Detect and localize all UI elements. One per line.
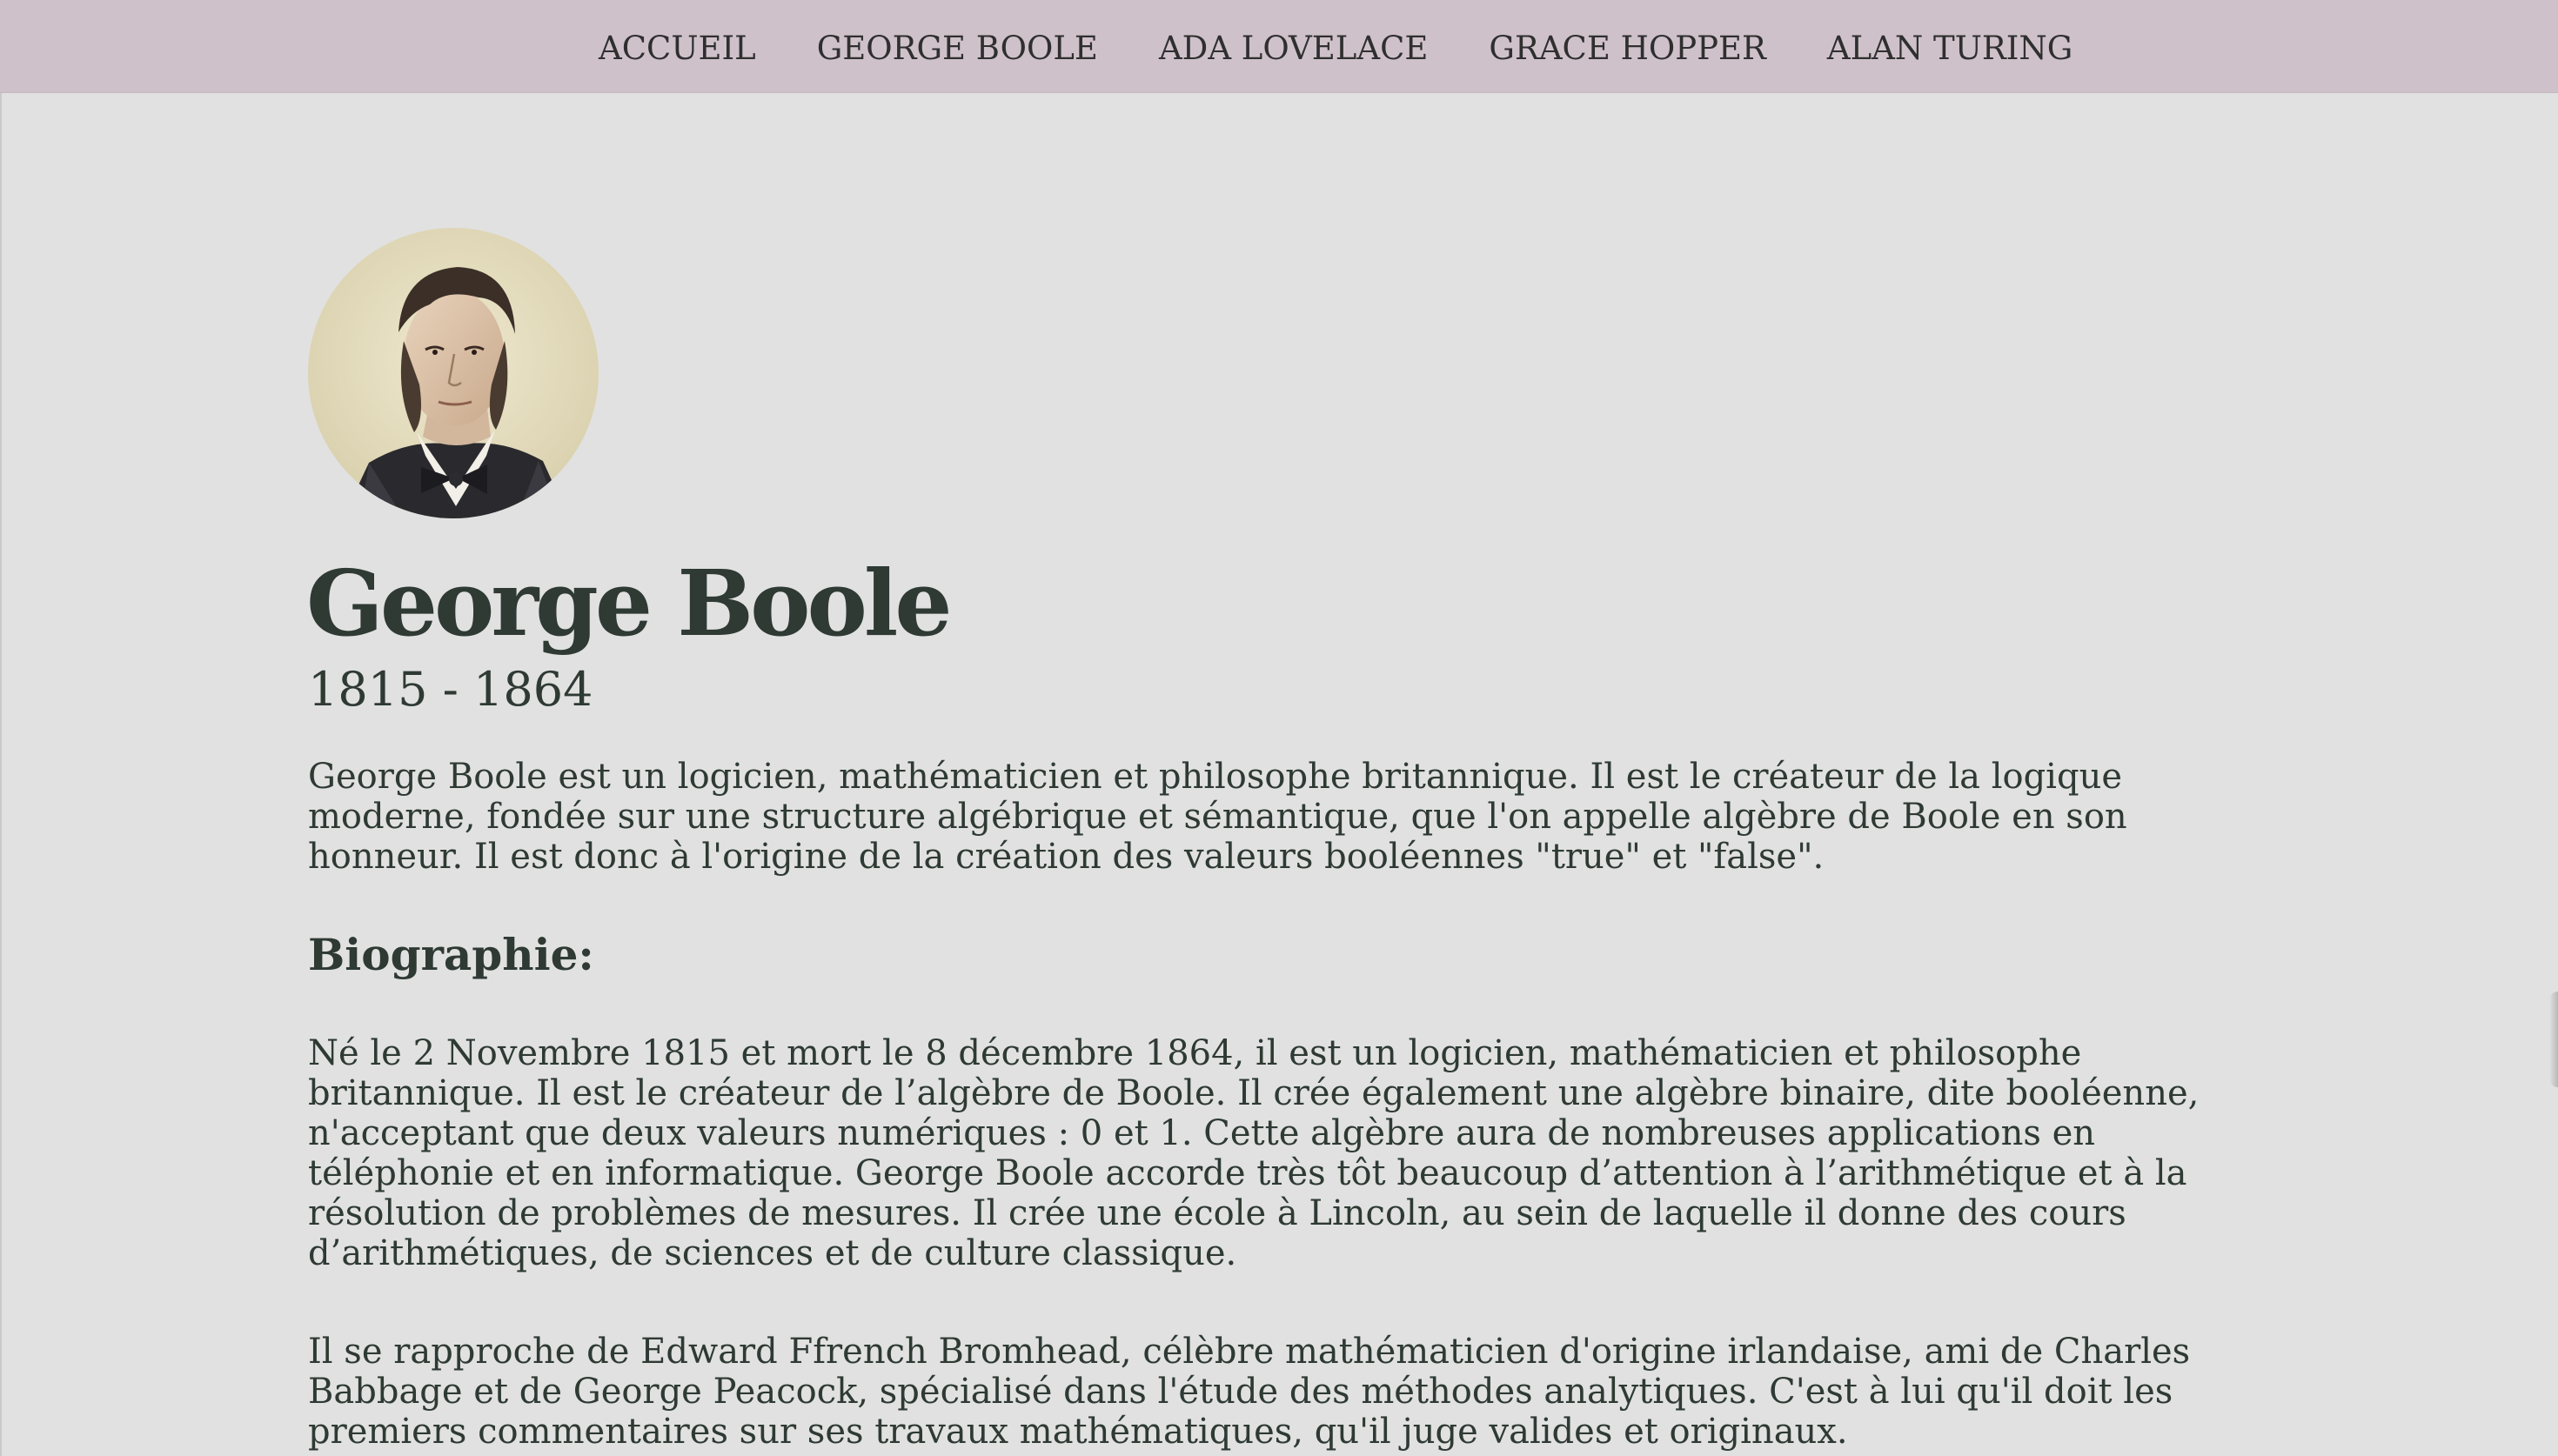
nav-item-alan-turing: ALAN TURING bbox=[1827, 28, 2073, 70]
nav-item-grace-hopper: GRACE HOPPER bbox=[1489, 28, 1765, 70]
biography-paragraph-1: Né le 2 Novembre 1815 et mort le 8 décem… bbox=[308, 1033, 2200, 1273]
nav-item-george-boole: GEORGE BOOLE bbox=[817, 28, 1098, 70]
nav-item-ada-lovelace: ADA LOVELACE bbox=[1159, 28, 1428, 70]
person-name-heading: George Boole bbox=[306, 550, 953, 657]
nav-link-alan-turing[interactable]: ALAN TURING bbox=[1827, 30, 2073, 67]
nav-link-george-boole[interactable]: GEORGE BOOLE bbox=[817, 30, 1098, 67]
nav-menu: ACCUEIL GEORGE BOOLE ADA LOVELACE GRACE … bbox=[599, 28, 2073, 70]
biography-paragraph-2: Il se rapproche de Edward Ffrench Bromhe… bbox=[308, 1332, 2191, 1452]
portrait-image bbox=[308, 228, 599, 518]
page-left-border bbox=[0, 0, 2, 1456]
life-dates: 1815 - 1864 bbox=[308, 662, 593, 717]
intro-paragraph: George Boole est un logicien, mathématic… bbox=[308, 757, 2127, 877]
nav-link-grace-hopper[interactable]: GRACE HOPPER bbox=[1489, 30, 1765, 67]
top-navigation-bar: ACCUEIL GEORGE BOOLE ADA LOVELACE GRACE … bbox=[0, 0, 2558, 93]
biography-heading: Biographie: bbox=[308, 929, 594, 980]
nav-item-accueil: ACCUEIL bbox=[599, 28, 756, 70]
page-edge-shadow bbox=[2549, 992, 2558, 1087]
nav-link-ada-lovelace[interactable]: ADA LOVELACE bbox=[1159, 30, 1428, 67]
nav-link-accueil[interactable]: ACCUEIL bbox=[599, 30, 756, 67]
